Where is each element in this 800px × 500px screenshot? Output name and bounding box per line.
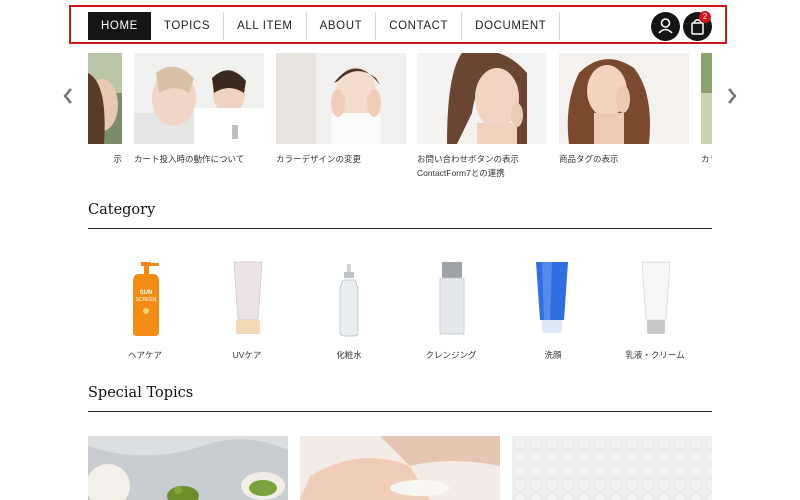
topic-image[interactable] — [88, 436, 288, 500]
slide-image[interactable] — [88, 53, 122, 144]
nav-about[interactable]: ABOUT — [307, 12, 377, 40]
topic-image[interactable] — [300, 436, 500, 500]
slide-image[interactable] — [701, 53, 712, 144]
category-label-lotion[interactable]: 化粧水 — [299, 349, 399, 361]
category-label-face-wash[interactable]: 洗顔 — [503, 349, 603, 361]
nav-document[interactable]: DOCUMENT — [462, 12, 561, 40]
svg-text:SCREEN: SCREEN — [136, 297, 157, 303]
nav-home[interactable]: HOME — [88, 12, 151, 40]
slide-image[interactable] — [417, 53, 547, 144]
slide-caption[interactable]: 商品タグの表示 — [559, 152, 689, 166]
nav-all-item[interactable]: ALL ITEM — [224, 12, 307, 40]
face-wash-product-image[interactable] — [522, 258, 582, 340]
main-nav: HOME TOPICS ALL ITEM ABOUT CONTACT DOCUM… — [88, 12, 561, 40]
nav-topics[interactable]: TOPICS — [151, 12, 225, 40]
chevron-right-icon[interactable] — [725, 86, 739, 106]
slide-caption[interactable]: カラーデザインの変更 — [276, 152, 406, 166]
chevron-left-icon[interactable] — [61, 86, 75, 106]
svg-text:SUN: SUN — [140, 290, 153, 296]
category-label-cleansing[interactable]: クレンジング — [401, 349, 501, 361]
hair-care-product-image[interactable]: SUN SCREEN — [115, 258, 175, 340]
account-button[interactable] — [651, 12, 680, 41]
special-topics-divider — [88, 411, 712, 412]
uv-care-product-image[interactable] — [218, 258, 278, 340]
category-label-hair-care[interactable]: ヘアケア — [95, 349, 195, 361]
slide-caption[interactable]: カート投入時の動作について — [134, 152, 264, 166]
slide-caption[interactable]: カラ — [701, 152, 712, 166]
slide-image[interactable] — [559, 53, 689, 144]
category-title: Category — [88, 202, 156, 218]
category-divider — [88, 228, 712, 229]
slide-image[interactable] — [134, 53, 264, 144]
topic-image[interactable] — [512, 436, 712, 500]
special-topics-title: Special Topics — [88, 385, 194, 401]
cream-product-image[interactable] — [626, 258, 686, 340]
category-label-uv-care[interactable]: UVケア — [197, 349, 297, 361]
nav-contact[interactable]: CONTACT — [376, 12, 463, 40]
category-label-cream[interactable]: 乳液・クリーム — [605, 349, 705, 361]
cleansing-product-image[interactable] — [421, 258, 481, 340]
cart-count-badge: 2 — [699, 11, 711, 23]
slide-caption[interactable]: お問い合わせボタンの表示 ContactForm7との連携 — [417, 152, 552, 180]
user-icon — [658, 18, 673, 34]
slide-caption[interactable]: 示 — [88, 152, 122, 166]
slide-image[interactable] — [276, 53, 406, 144]
lotion-product-image[interactable] — [319, 258, 379, 340]
